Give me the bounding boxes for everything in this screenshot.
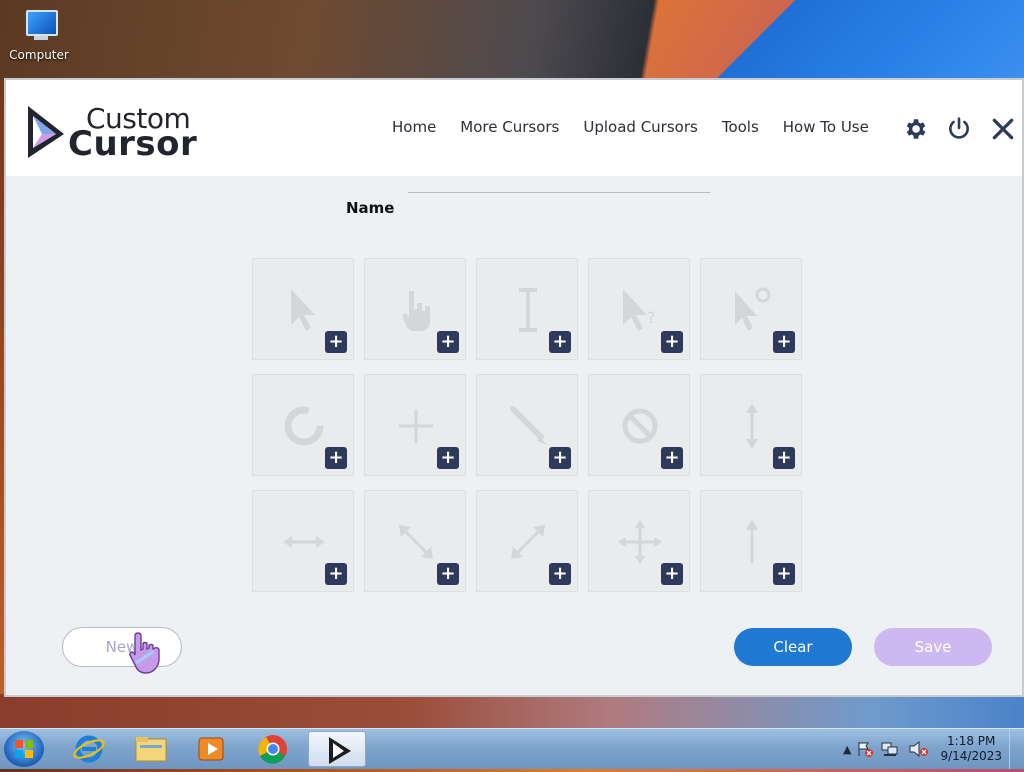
- close-icon[interactable]: [990, 116, 1016, 142]
- diagonal-resize-nwse-icon: [399, 525, 433, 559]
- main-nav: Home More Cursors Upload Cursors Tools H…: [392, 118, 893, 136]
- slot-unavailable[interactable]: +: [588, 374, 690, 476]
- desktop-icon-label: Computer: [9, 48, 69, 62]
- pen-icon: [510, 406, 547, 445]
- slot-working-in-background[interactable]: +: [700, 258, 802, 360]
- slot-handwriting[interactable]: +: [476, 374, 578, 476]
- volume-muted-icon[interactable]: [908, 740, 930, 758]
- slot-horizontal-resize[interactable]: +: [252, 490, 354, 592]
- up-arrow-icon: [746, 519, 758, 563]
- custom-cursor-icon: [329, 737, 351, 764]
- header-actions: [902, 116, 1016, 142]
- nav-tools[interactable]: Tools: [722, 118, 759, 136]
- add-cursor-icon[interactable]: +: [661, 563, 683, 585]
- slot-precision-select[interactable]: +: [364, 374, 466, 476]
- unavailable-icon: [622, 408, 658, 444]
- svg-text:?: ?: [647, 308, 656, 327]
- working-arrow-icon: [735, 287, 771, 331]
- chrome-icon: [258, 735, 287, 764]
- move-icon: [618, 520, 662, 564]
- logo-arrow-icon: [28, 106, 64, 158]
- start-button[interactable]: [4, 731, 44, 767]
- name-row: Name: [346, 198, 394, 217]
- cursor-slot-grid: + + + ? + + + + + + + + + + + +: [252, 258, 802, 592]
- diagonal-resize-nesw-icon: [511, 525, 545, 559]
- system-tray: ▲ 1:18 PM 9/14/2023: [838, 729, 1024, 769]
- slot-diagonal-resize-2[interactable]: +: [476, 490, 578, 592]
- add-cursor-icon[interactable]: +: [437, 331, 459, 353]
- slot-text-select[interactable]: +: [476, 258, 578, 360]
- add-cursor-icon[interactable]: +: [773, 447, 795, 469]
- name-input[interactable]: [408, 176, 710, 193]
- desktop-icon-computer[interactable]: Computer: [6, 8, 72, 62]
- add-cursor-icon[interactable]: +: [325, 331, 347, 353]
- windows-logo-icon: [15, 740, 33, 758]
- add-cursor-icon[interactable]: +: [661, 447, 683, 469]
- name-label: Name: [346, 199, 395, 217]
- clock[interactable]: 1:18 PM 9/14/2023: [940, 734, 1002, 764]
- slot-busy[interactable]: +: [252, 374, 354, 476]
- taskbar-media-player[interactable]: [184, 731, 238, 767]
- clear-button[interactable]: Clear: [734, 628, 852, 666]
- save-button[interactable]: Save: [874, 628, 992, 666]
- horizontal-resize-icon: [283, 536, 325, 548]
- nav-how-to-use[interactable]: How To Use: [783, 118, 869, 136]
- file-explorer-icon: [135, 737, 167, 762]
- slot-alternate-select[interactable]: +: [700, 490, 802, 592]
- hand-pointer-icon: [402, 291, 430, 331]
- text-beam-icon: [519, 288, 537, 332]
- computer-icon: [18, 8, 60, 44]
- wallpaper-lower: [0, 694, 1024, 730]
- add-cursor-icon[interactable]: +: [773, 563, 795, 585]
- gear-icon[interactable]: [902, 116, 928, 142]
- add-cursor-icon[interactable]: +: [773, 331, 795, 353]
- taskbar-custom-cursor[interactable]: [308, 731, 366, 767]
- slot-vertical-resize[interactable]: +: [700, 374, 802, 476]
- add-cursor-icon[interactable]: +: [325, 447, 347, 469]
- internet-explorer-icon: [73, 735, 105, 763]
- app-header: Custom Cursor Home More Cursors Upload C…: [6, 80, 1022, 176]
- add-cursor-icon[interactable]: +: [437, 447, 459, 469]
- taskbar: ▲ 1:18 PM 9/14/2023: [0, 728, 1024, 769]
- clock-date: 9/14/2023: [940, 749, 1002, 763]
- add-cursor-icon[interactable]: +: [437, 563, 459, 585]
- crosshair-icon: [399, 409, 433, 443]
- add-cursor-icon[interactable]: +: [549, 563, 571, 585]
- nav-more-cursors[interactable]: More Cursors: [460, 118, 559, 136]
- add-cursor-icon[interactable]: +: [549, 331, 571, 353]
- app-body: Name + + + ? + + + + + + + + + + + + New…: [6, 176, 1022, 695]
- custom-cursor-window: Custom Cursor Home More Cursors Upload C…: [4, 78, 1024, 697]
- action-center-flag-icon[interactable]: [856, 740, 874, 758]
- hand-cursor-icon: [129, 632, 160, 674]
- add-cursor-icon[interactable]: +: [325, 563, 347, 585]
- help-arrow-icon: ?: [623, 289, 656, 331]
- taskbar-file-explorer[interactable]: [124, 731, 178, 767]
- nav-home[interactable]: Home: [392, 118, 436, 136]
- busy-ring-icon: [284, 406, 324, 446]
- wallpaper-sky: [604, 0, 1024, 80]
- slot-link-select[interactable]: +: [364, 258, 466, 360]
- add-cursor-icon[interactable]: +: [661, 331, 683, 353]
- slot-diagonal-resize-1[interactable]: +: [364, 490, 466, 592]
- network-icon[interactable]: [880, 740, 902, 758]
- add-cursor-icon[interactable]: +: [549, 447, 571, 469]
- slot-move[interactable]: +: [588, 490, 690, 592]
- nav-upload-cursors[interactable]: Upload Cursors: [583, 118, 697, 136]
- power-icon[interactable]: [946, 116, 972, 142]
- vertical-resize-icon: [746, 403, 758, 449]
- logo-text-cursor: Cursor: [68, 124, 198, 164]
- clock-time: 1:18 PM: [947, 734, 996, 748]
- tray-expand-icon[interactable]: ▲: [843, 743, 851, 756]
- pointer-arrow-icon: [291, 289, 315, 331]
- slot-help-select[interactable]: ? +: [588, 258, 690, 360]
- taskbar-chrome[interactable]: [246, 731, 300, 767]
- slot-normal-select[interactable]: +: [252, 258, 354, 360]
- show-desktop-button[interactable]: [1009, 729, 1024, 769]
- taskbar-internet-explorer[interactable]: [62, 731, 116, 767]
- app-logo: Custom Cursor: [26, 102, 206, 164]
- media-player-icon: [198, 737, 224, 761]
